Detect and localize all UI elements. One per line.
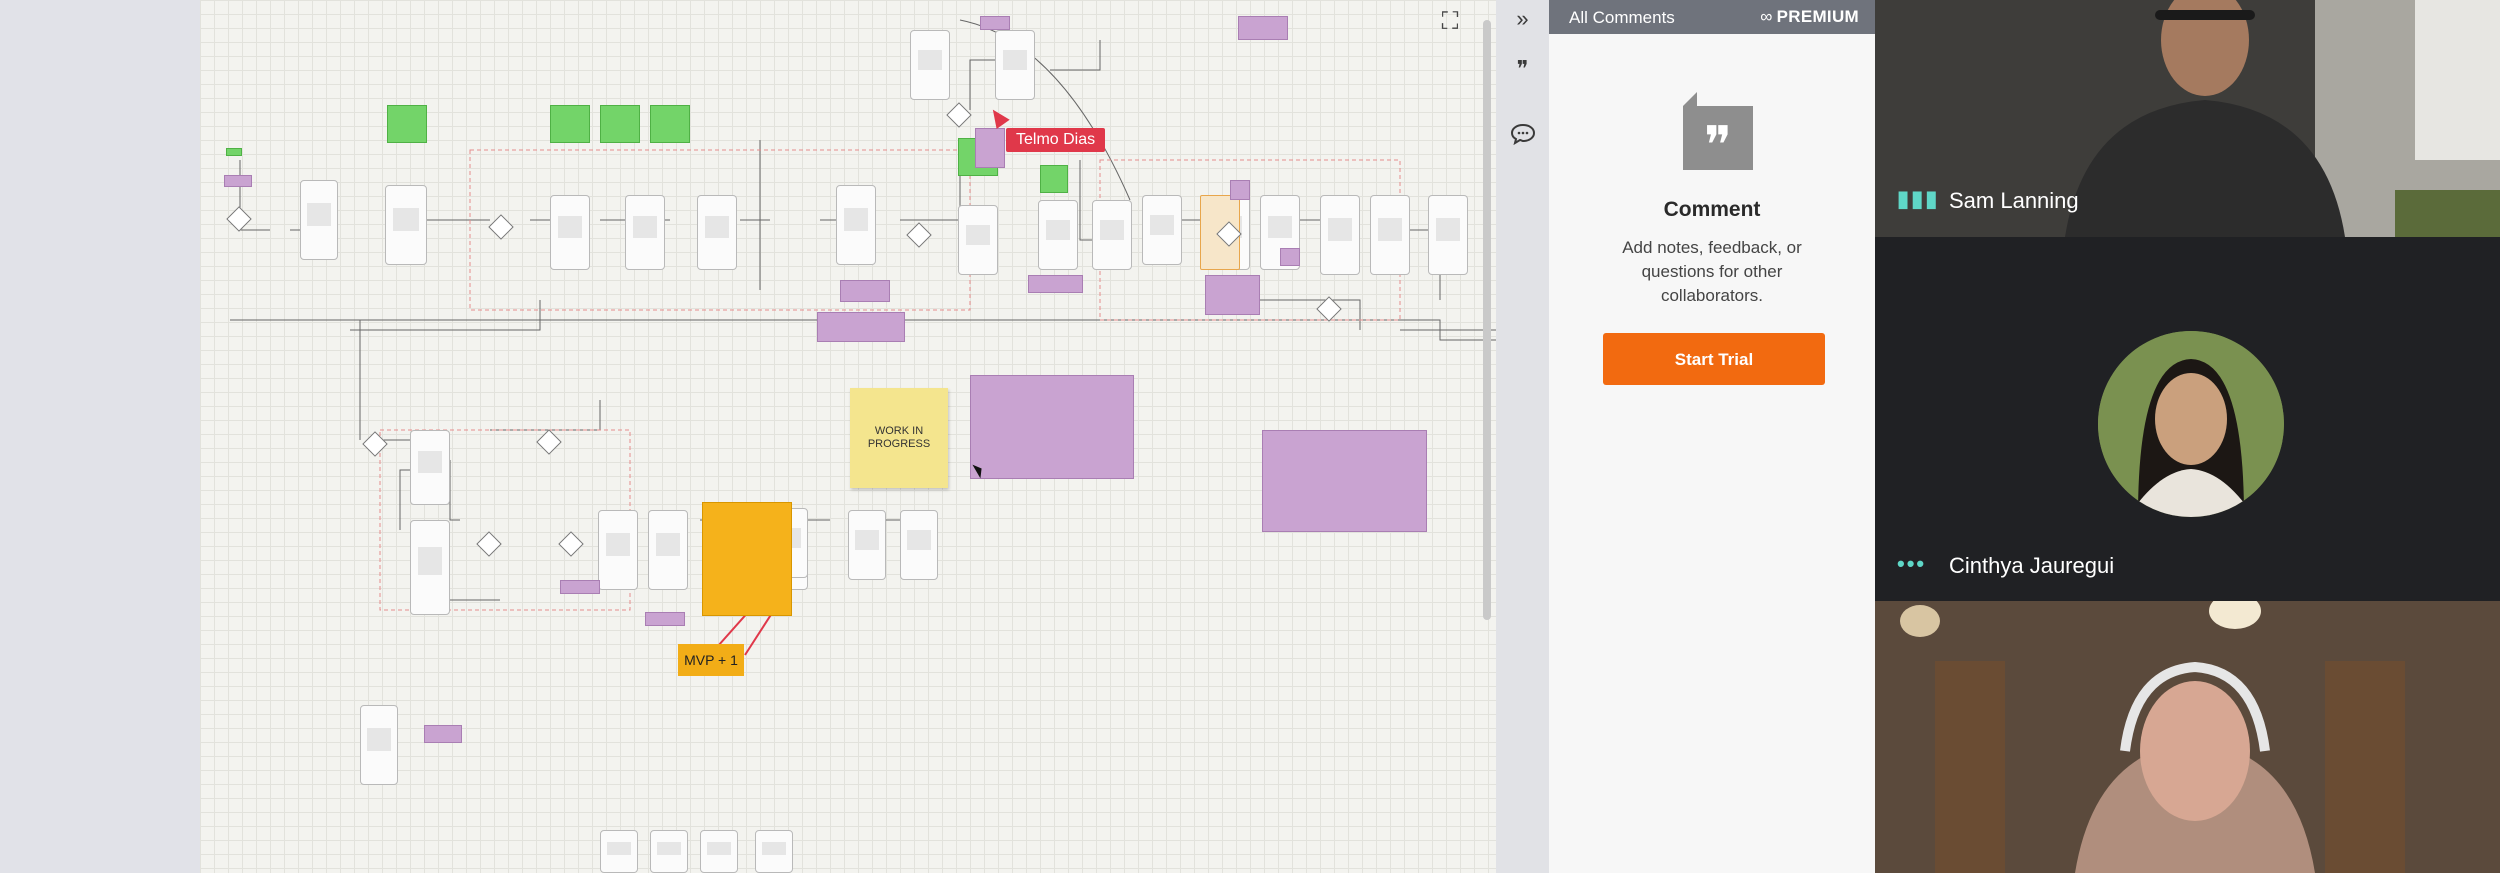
avatar xyxy=(2098,331,2284,517)
screen-mockup[interactable] xyxy=(900,510,938,580)
participant-name: Cinthya Jauregui xyxy=(1949,553,2115,578)
screen-mockup[interactable] xyxy=(697,195,737,270)
screen-mockup[interactable] xyxy=(410,520,450,615)
note-card[interactable] xyxy=(980,16,1010,30)
avatar-image xyxy=(2098,331,2284,517)
participant-tile[interactable] xyxy=(1875,601,2500,873)
premium-label: PREMIUM xyxy=(1776,7,1859,26)
screen-mockup[interactable] xyxy=(410,430,450,505)
comments-panel: All Comments ∞ PREMIUM ❞ Comment Add note… xyxy=(1549,0,1875,873)
quote-icon[interactable]: ❞ xyxy=(1504,50,1541,87)
participant-name: Sam Lanning xyxy=(1949,188,2079,213)
quote-illustration-icon: ❞ xyxy=(1683,92,1753,176)
start-trial-button[interactable]: Start Trial xyxy=(1603,333,1825,385)
screen-mockup[interactable] xyxy=(1142,195,1182,265)
screen-mockup[interactable] xyxy=(1092,200,1132,270)
screen-mockup[interactable] xyxy=(360,705,398,785)
note-card[interactable] xyxy=(1238,16,1288,40)
flow-start-node[interactable] xyxy=(226,148,242,156)
note-card[interactable] xyxy=(1205,275,1260,315)
notes-block[interactable] xyxy=(1262,430,1427,532)
mvp-sticky-note[interactable]: MVP + 1 xyxy=(678,644,744,676)
infinity-icon: ∞ xyxy=(1760,7,1773,26)
screen-mockup[interactable] xyxy=(910,30,950,100)
participant-video xyxy=(1875,601,2500,873)
screen-mockup[interactable] xyxy=(598,510,638,590)
screen-mockup[interactable] xyxy=(755,830,793,873)
note-card[interactable] xyxy=(975,128,1005,168)
screen-mockup[interactable] xyxy=(1370,195,1410,275)
chevrons-right-icon[interactable]: » xyxy=(1504,0,1541,37)
work-in-progress-sticky-note[interactable]: WORK IN PROGRESS xyxy=(850,388,948,488)
note-card[interactable] xyxy=(645,612,685,626)
note-card[interactable] xyxy=(840,280,890,302)
video-call-participants: ▮▮▮ Sam Lanning ••• Cinthya Jauregui xyxy=(1875,0,2500,873)
comment-description: Add notes, feedback, or questions for ot… xyxy=(1622,238,1802,305)
flow-card-green[interactable] xyxy=(387,105,427,143)
screen-mockup[interactable] xyxy=(958,205,998,275)
screen-mockup[interactable] xyxy=(848,510,886,580)
screen-mockup[interactable] xyxy=(1428,195,1468,275)
screen-mockup[interactable] xyxy=(1320,195,1360,275)
all-comments-tab[interactable]: All Comments xyxy=(1569,8,1675,28)
vertical-scrollbar[interactable] xyxy=(1483,20,1491,620)
note-card[interactable] xyxy=(817,312,905,342)
screen-mockup[interactable] xyxy=(300,180,338,260)
note-card[interactable] xyxy=(424,725,462,743)
note-card[interactable] xyxy=(560,580,600,594)
mvp-highlight-frame[interactable] xyxy=(702,502,792,616)
screen-mockup[interactable] xyxy=(1038,200,1078,270)
flow-card-green[interactable] xyxy=(600,105,640,143)
screen-mockup[interactable] xyxy=(625,195,665,270)
note-card[interactable] xyxy=(224,175,252,187)
expand-icon[interactable]: ⛶ xyxy=(1436,8,1464,36)
screen-mockup[interactable] xyxy=(600,830,638,873)
side-icon-strip: » ❞ xyxy=(1496,0,1549,873)
premium-badge[interactable]: ∞ PREMIUM xyxy=(1760,7,1859,27)
note-card[interactable] xyxy=(1280,248,1300,266)
flow-card-green[interactable] xyxy=(650,105,690,143)
comment-title: Comment xyxy=(1663,198,1761,221)
comment-icon[interactable] xyxy=(1504,115,1541,152)
flow-card-green[interactable] xyxy=(550,105,590,143)
flowchart-canvas[interactable]: WORK IN PROGRESS MVP + 1 Telmo Dias ⛶ xyxy=(200,0,1496,873)
flow-card-green[interactable] xyxy=(1040,165,1068,193)
note-card[interactable] xyxy=(1230,180,1250,200)
comments-header: All Comments ∞ PREMIUM xyxy=(1549,0,1875,34)
screen-mockup[interactable] xyxy=(836,185,876,265)
screen-mockup[interactable] xyxy=(700,830,738,873)
collaborator-cursor-label: Telmo Dias xyxy=(1006,128,1106,152)
speaking-indicator-icon: ▮▮▮ xyxy=(1897,186,1940,211)
note-card[interactable] xyxy=(1028,275,1083,293)
screen-mockup[interactable] xyxy=(648,510,688,590)
screen-mockup[interactable] xyxy=(995,30,1035,100)
participant-tile[interactable]: ••• Cinthya Jauregui xyxy=(1875,237,2500,601)
notes-block[interactable] xyxy=(970,375,1134,479)
screen-mockup[interactable] xyxy=(385,185,427,265)
participant-tile[interactable]: ▮▮▮ Sam Lanning xyxy=(1875,0,2500,237)
screen-mockup[interactable] xyxy=(550,195,590,270)
audio-indicator-icon: ••• xyxy=(1897,551,1927,576)
left-gutter xyxy=(0,0,200,873)
screen-mockup[interactable] xyxy=(650,830,688,873)
